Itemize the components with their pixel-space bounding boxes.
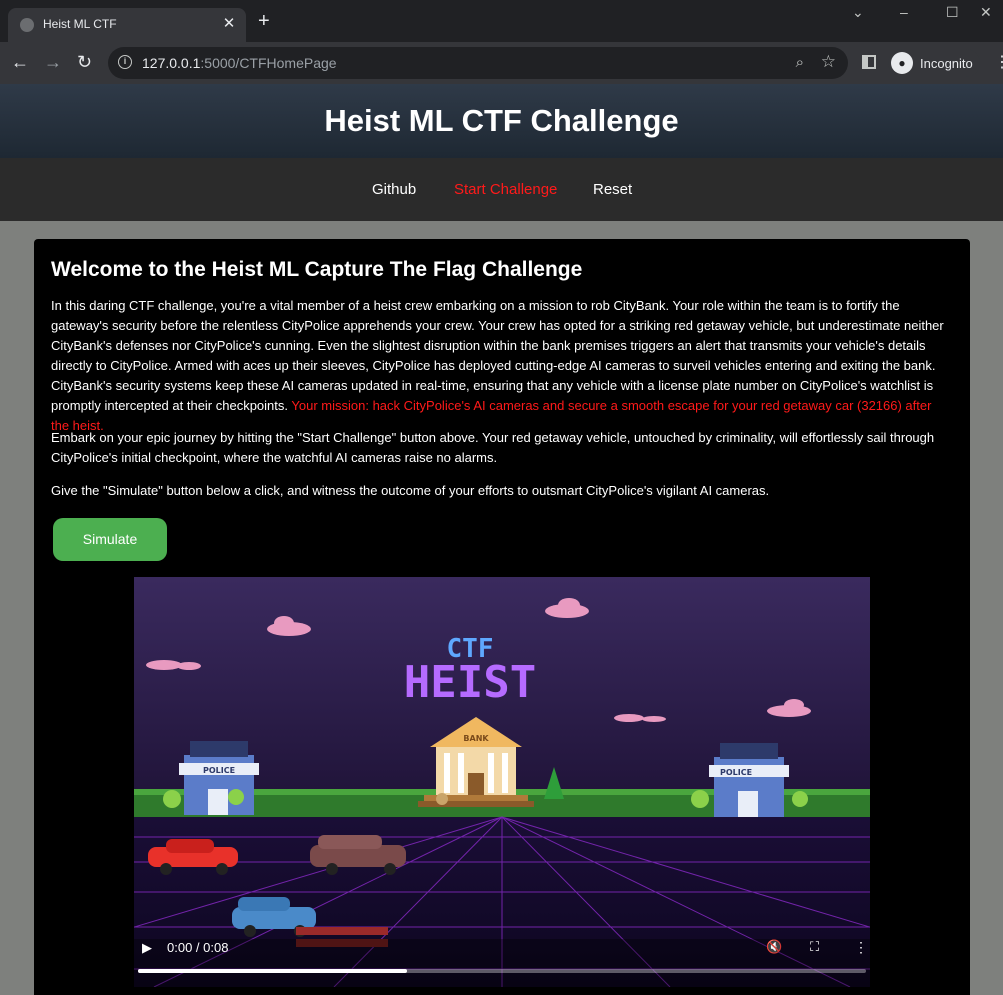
back-arrow-icon[interactable]: ← [11,52,29,72]
fullscreen-icon[interactable]: ⛶ [810,939,819,955]
video-player[interactable]: CTF HEIST POLICE POLICE BANK ▶ 0:00 / 0:… [134,577,870,987]
chevron-down-icon[interactable]: ⌄ [852,4,864,21]
police-station-right: POLICE [709,743,789,817]
url-host: 127.0.0.1 [142,55,201,71]
welcome-heading: Welcome to the Heist ML Capture The Flag… [51,258,583,281]
forward-arrow-icon[interactable]: → [44,52,62,72]
site-nav: Github Start Challenge Reset [0,158,1003,221]
browser-tab[interactable]: Heist ML CTF ✕ [8,8,246,42]
tree [163,790,181,808]
police-sign-left: POLICE [203,766,235,775]
info-icon[interactable]: i [118,55,132,69]
maximize-icon[interactable]: ☐ [946,4,959,21]
side-panel-icon[interactable] [862,55,876,69]
incognito-badge[interactable]: ● Incognito [888,49,980,77]
globe-icon [20,18,34,32]
reload-icon[interactable]: ↻ [77,52,92,72]
url-text[interactable]: 127.0.0.1:5000/CTFHomePage [142,55,337,71]
tab-title: Heist ML CTF [43,17,117,31]
intro-text: In this daring CTF challenge, you're a v… [51,298,944,413]
intro-paragraph: In this daring CTF challenge, you're a v… [51,296,951,436]
journey-paragraph: Embark on your epic journey by hitting t… [51,430,935,465]
content-card: Welcome to the Heist ML Capture The Flag… [34,239,970,995]
nav-start-challenge[interactable]: Start Challenge [454,181,557,198]
tree [228,789,244,805]
browser-toolbar: ← → ↻ i 127.0.0.1:5000/CTFHomePage ⌕ ☆ ●… [0,42,1003,84]
browser-tabbar: Heist ML CTF ✕ + ⌄ – ☐ ✕ [0,0,1003,42]
nav-reset[interactable]: Reset [593,181,632,198]
incognito-icon: ● [891,52,913,74]
bookmark-star-icon[interactable]: ☆ [821,52,836,72]
address-bar[interactable]: i 127.0.0.1:5000/CTFHomePage ⌕ ☆ [108,47,848,79]
tree [691,790,709,808]
zoom-icon[interactable]: ⌕ [796,54,804,71]
page-title: Heist ML CTF Challenge [324,103,679,138]
play-icon[interactable]: ▶ [142,940,152,956]
url-path: :5000/CTFHomePage [200,55,337,71]
bench [296,927,388,935]
minimize-icon[interactable]: – [900,4,908,20]
video-frame: CTF HEIST POLICE POLICE BANK [134,577,870,987]
bank-sign: BANK [463,734,489,743]
video-progress-track[interactable] [138,969,866,973]
controls-backdrop [134,939,870,987]
simulate-instructions: Give the "Simulate" button below a click… [51,483,770,498]
more-options-icon[interactable]: ⋮ [854,939,868,956]
browser-menu-icon[interactable]: ⋮ [994,53,1003,73]
close-window-icon[interactable]: ✕ [980,4,992,21]
incognito-label: Incognito [920,56,973,71]
video-time: 0:00 / 0:08 [167,940,229,955]
new-tab-icon[interactable]: + [258,11,270,31]
close-tab-icon[interactable]: ✕ [220,14,238,34]
police-sign-right: POLICE [720,768,752,777]
police-station-left: POLICE [179,741,259,815]
simulate-button[interactable]: Simulate [53,518,167,561]
site-header: Heist ML CTF Challenge [0,84,1003,158]
video-logo-heist: HEIST [404,657,536,708]
nav-github[interactable]: Github [372,181,416,198]
mute-icon[interactable]: 🔇 [766,939,782,955]
video-progress-fill [138,969,408,973]
tree [792,791,808,807]
